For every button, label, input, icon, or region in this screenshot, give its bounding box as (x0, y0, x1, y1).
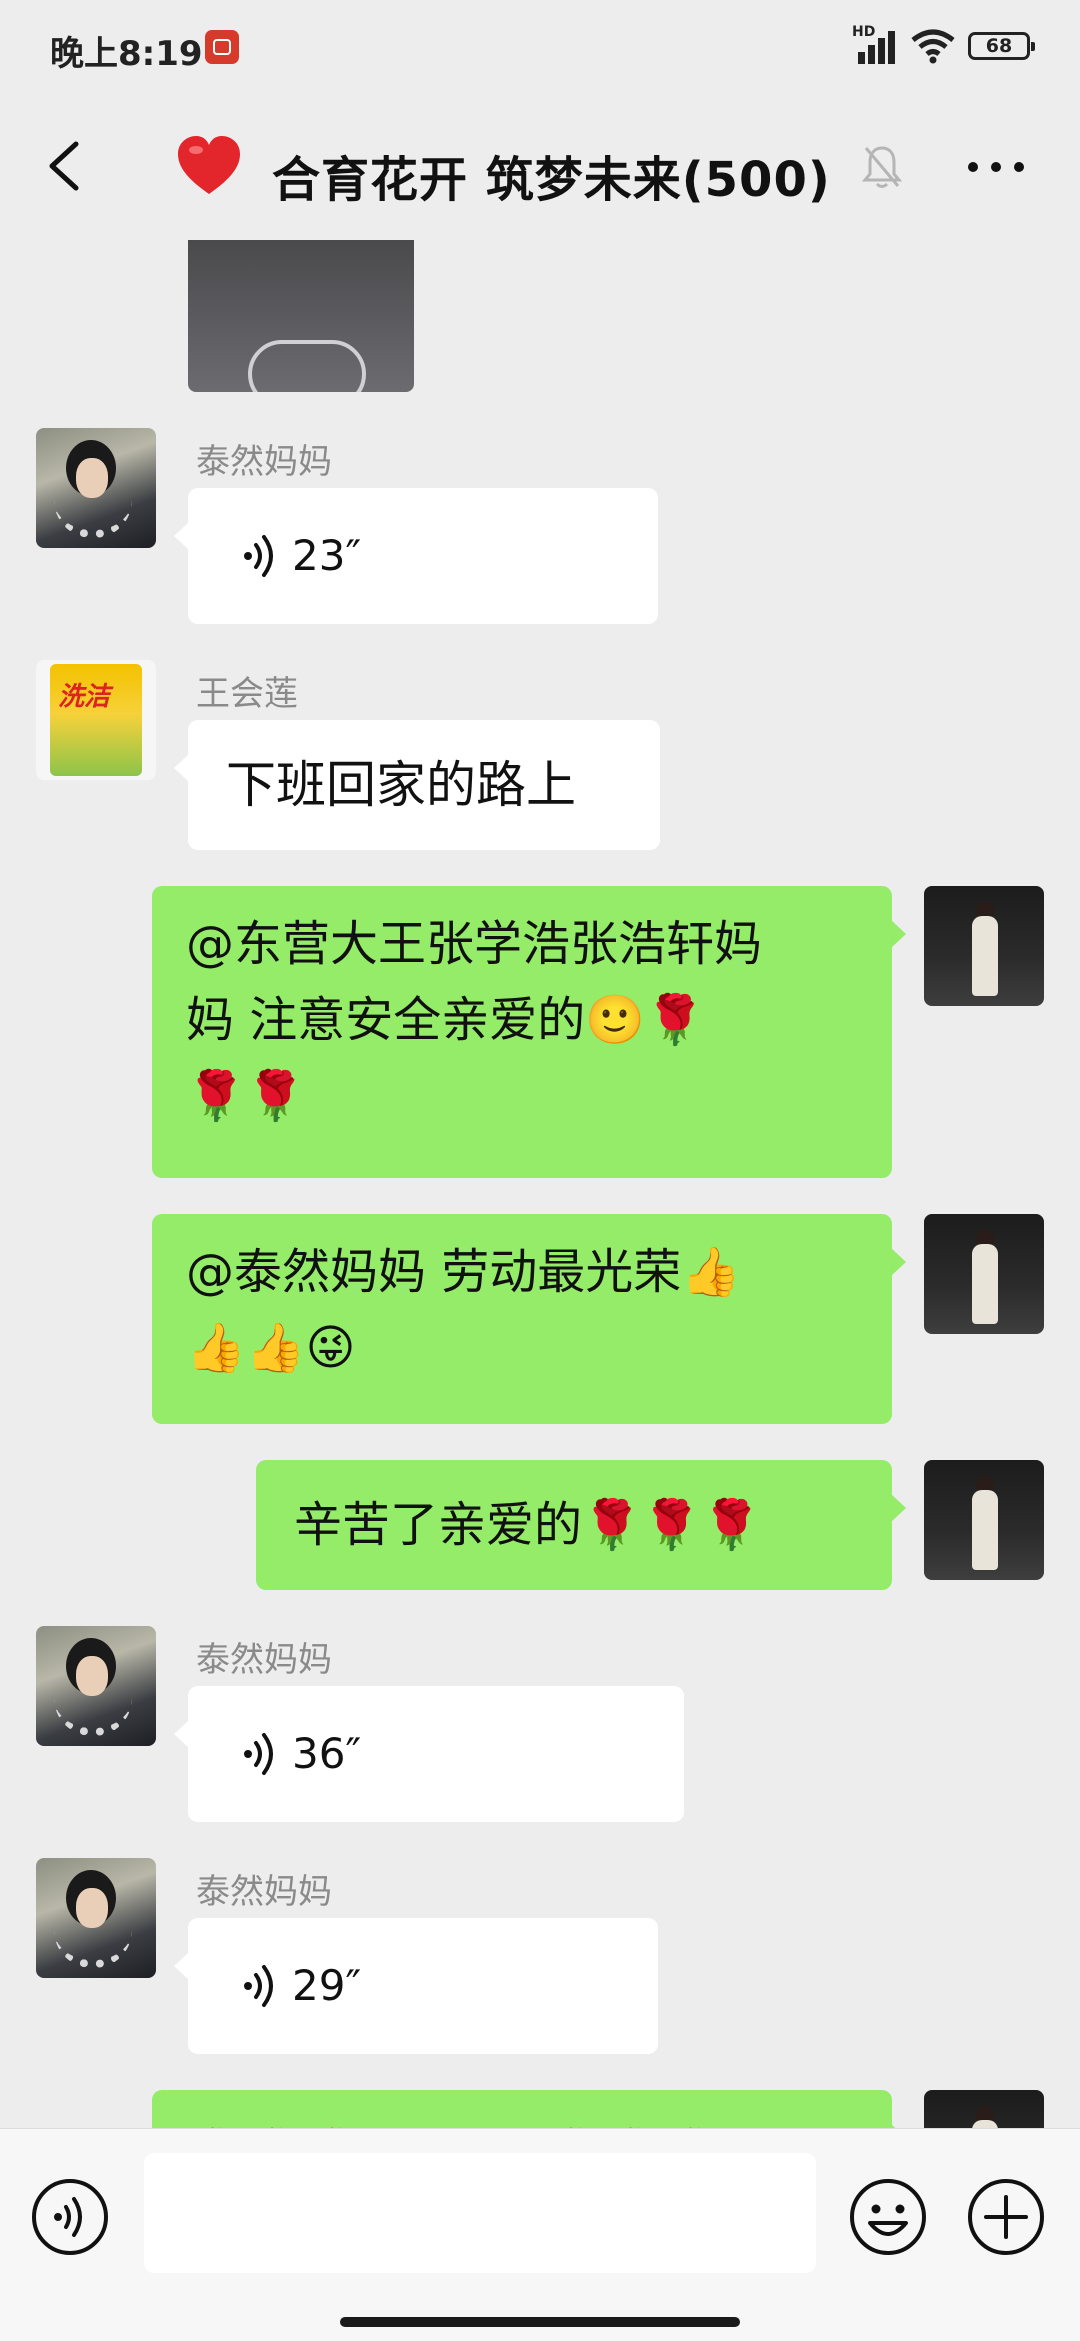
sender-name: 王会莲 (196, 674, 298, 714)
message-list[interactable]: 泰然妈妈 23″ 洗洁 王会莲 下班回家的路上 @东营大王张学浩张浩轩妈 妈 注… (0, 238, 1080, 2128)
heart-emoji-icon (178, 136, 240, 194)
chat-title: 合育花开 筑梦未来(500) (272, 152, 831, 208)
battery-indicator: 68 (968, 32, 1035, 60)
wifi-icon (911, 29, 955, 64)
notification-app-icon (205, 30, 239, 64)
sender-name: 泰然妈妈 (196, 442, 332, 482)
avatar[interactable] (36, 428, 156, 548)
message-text-line: 🌹🌹🌹👍👍👍🌹🌹🌹 (190, 2120, 854, 2128)
message-input-bar (0, 2128, 1080, 2341)
status-time: 晚上8:19 (50, 34, 203, 74)
voice-wave-icon (244, 1733, 273, 1775)
voice-wave-icon (244, 535, 273, 577)
sent-message-bubble[interactable]: @东营大王张学浩张浩轩妈 妈 注意安全亲爱的🙂🌹 🌹🌹 (152, 886, 906, 1178)
mute-bell-icon (862, 146, 902, 188)
voice-message-bubble[interactable]: 36″ (174, 1686, 684, 1822)
voice-duration: 29″ (292, 1961, 362, 2010)
message-text-line: 辛苦了亲爱的🌹🌹🌹 (294, 1497, 762, 1553)
emoji-icon[interactable] (848, 2177, 928, 2257)
sent-message-bubble[interactable]: 🌹🌹🌹👍👍👍🌹🌹🌹 (152, 2090, 906, 2128)
message-text-line: @东营大王张学浩张浩轩妈 (186, 916, 763, 972)
self-avatar[interactable] (924, 2090, 1044, 2128)
back-arrow-icon[interactable] (38, 136, 98, 196)
self-avatar[interactable] (924, 1460, 1044, 1580)
sender-name: 泰然妈妈 (196, 1640, 332, 1680)
sender-name: 泰然妈妈 (196, 1872, 332, 1912)
home-indicator[interactable] (340, 2317, 740, 2327)
message-text-line: 👍👍😜 (186, 1320, 356, 1376)
avatar[interactable] (36, 1858, 156, 1978)
chat-header: 合育花开 筑梦未来(500) (0, 100, 1080, 238)
sent-message-bubble[interactable]: 辛苦了亲爱的🌹🌹🌹 (256, 1460, 906, 1590)
message-text-field[interactable] (144, 2153, 816, 2273)
avatar[interactable]: 洗洁 (36, 660, 156, 780)
self-avatar[interactable] (924, 886, 1044, 1006)
sent-message-bubble[interactable]: @泰然妈妈 劳动最光荣👍 👍👍😜 (152, 1214, 906, 1424)
voice-duration: 23″ (292, 531, 362, 580)
voice-message-bubble[interactable]: 23″ (174, 488, 658, 624)
voice-duration: 36″ (292, 1729, 362, 1778)
avatar[interactable] (36, 1626, 156, 1746)
message-text-line: 🌹🌹 (186, 1068, 306, 1124)
text-message-bubble[interactable]: 下班回家的路上 (174, 720, 660, 850)
message-text-line: @泰然妈妈 劳动最光荣👍 (186, 1244, 742, 1300)
voice-input-icon[interactable] (30, 2177, 110, 2257)
message-text-line: 妈 注意安全亲爱的🙂🌹 (186, 992, 705, 1048)
avatar-logo-text: 洗洁 (58, 682, 111, 712)
cellular-signal-icon (858, 31, 895, 64)
more-options-icon[interactable] (966, 160, 1026, 174)
voice-message-bubble[interactable]: 29″ (174, 1918, 658, 2054)
status-bar: 晚上8:19 HD 68 (0, 0, 1080, 100)
self-avatar[interactable] (924, 1214, 1044, 1334)
message-text: 下班回家的路上 (226, 756, 576, 814)
voice-wave-icon (244, 1965, 273, 2007)
plus-icon[interactable] (966, 2177, 1046, 2257)
image-message[interactable] (188, 240, 414, 392)
